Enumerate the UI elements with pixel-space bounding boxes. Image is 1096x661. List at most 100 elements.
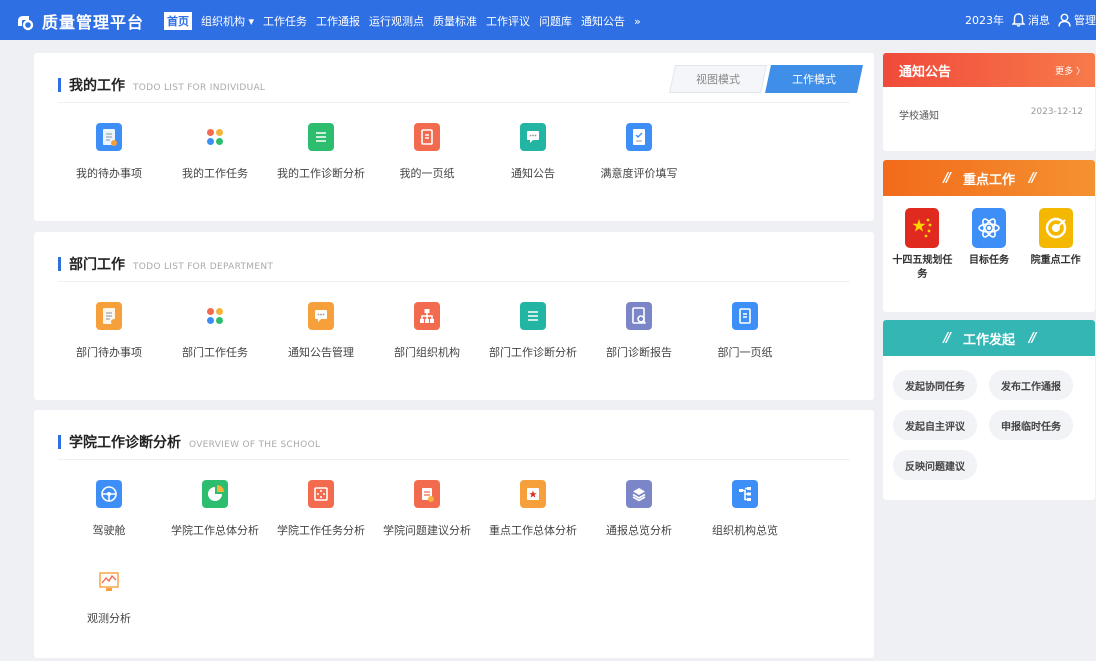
list-icon [308, 123, 334, 151]
nav-more-icon[interactable]: » [634, 15, 641, 28]
tile-label: 驾驶舱 [92, 524, 126, 537]
tile-dept_work-1[interactable]: 部门工作任务 [162, 302, 268, 390]
key-item-fyp[interactable]: 十四五规划任务 [892, 208, 952, 282]
logo-icon [18, 16, 34, 31]
tile-school_analysis-1[interactable]: 学院工作总体分析 [162, 480, 268, 568]
nav-review[interactable]: 工作评议 [486, 13, 530, 29]
view-mode-button[interactable]: 视图模式 [669, 65, 767, 93]
section-divider [58, 459, 850, 460]
tile-label: 通知公告管理 [288, 346, 354, 359]
tile-label: 部门工作诊断分析 [489, 346, 577, 359]
tile-my_work-5[interactable]: 满意度评价填写 [586, 123, 692, 211]
tile-school_analysis-2[interactable]: 学院工作任务分析 [268, 480, 374, 568]
tile-school_analysis-5[interactable]: 通报总览分析 [586, 480, 692, 568]
school-analysis-grid: 驾驶舱 学院工作总体分析 学院工作任务分析 学院问题建议分析 重点工作总体分析 通报总览分… [56, 480, 816, 656]
announce-icon [520, 123, 546, 151]
user-menu[interactable]: 管理 [1058, 12, 1096, 28]
key-item-goals[interactable]: 目标任务 [959, 208, 1019, 282]
notice-header: 通知公告 更多 〉 [883, 53, 1095, 87]
dashboard-icon [96, 480, 122, 508]
declare-temp-task-button[interactable]: 申报临时任务 [989, 410, 1073, 440]
suggestion-icon [414, 480, 440, 508]
tile-school_analysis-6[interactable]: 组织机构总览 [692, 480, 798, 568]
launch-self-review-button[interactable]: 发起自主评议 [893, 410, 977, 440]
tile-dept_work-4[interactable]: 部门工作诊断分析 [480, 302, 586, 390]
nav-notices[interactable]: 通知公告 [581, 13, 625, 29]
nav-issues[interactable]: 问题库 [539, 13, 572, 29]
nav-home[interactable]: 首页 [164, 12, 192, 30]
tile-my_work-2[interactable]: 我的工作诊断分析 [268, 123, 374, 211]
year-selector[interactable]: 2023年 [965, 12, 1004, 28]
tile-my_work-1[interactable]: 我的工作任务 [162, 123, 268, 211]
tile-dept_work-0[interactable]: 部门待办事项 [56, 302, 162, 390]
tile-label: 通知公告 [511, 167, 555, 180]
section-subtitle: OVERVIEW OF THE SCHOOL [189, 440, 321, 450]
launch-header: // 工作发起 // [883, 320, 1095, 356]
tile-label: 满意度评价填写 [600, 167, 678, 180]
todo-icon [96, 123, 122, 151]
key-item-college[interactable]: 院重点工作 [1026, 208, 1086, 282]
page-icon [732, 302, 758, 330]
dept-work-card: 部门工作 TODO LIST FOR DEPARTMENT 部门待办事项 部门工作… [34, 232, 874, 400]
tile-school_analysis-7[interactable]: 观测分析 [56, 568, 162, 656]
key-item-label: 院重点工作 [1030, 255, 1081, 266]
list-icon [520, 302, 546, 330]
key-work-panel: // 重点工作 // 十四五规划任务 目标任务 院重点工作 [883, 160, 1095, 312]
tile-dept_work-5[interactable]: 部门诊断报告 [586, 302, 692, 390]
work-mode-button[interactable]: 工作模式 [765, 65, 863, 93]
nav-tasks[interactable]: 工作任务 [263, 13, 307, 29]
launch-collab-task-button[interactable]: 发起协同任务 [893, 370, 977, 400]
tile-my_work-3[interactable]: 我的一页纸 [374, 123, 480, 211]
notice-title: 通知公告 [899, 64, 952, 80]
notice-item-title: 学校通知 [899, 111, 939, 122]
dept-work-header: 部门工作 TODO LIST FOR DEPARTMENT [58, 254, 273, 274]
nav-org[interactable]: 组织机构 ▾ [201, 13, 254, 29]
tile-label: 学院工作总体分析 [171, 524, 259, 537]
app-logo[interactable]: 质量管理平台 [14, 9, 144, 33]
key-work-title: 重点工作 [962, 172, 1015, 188]
key-item-label: 十四五规划任务 [892, 255, 953, 280]
launch-actions: 发起协同任务 发布工作通报 发起自主评议 申报临时任务 反映问题建议 [883, 356, 1095, 480]
tile-my_work-0[interactable]: 我的待办事项 [56, 123, 162, 211]
messages-label: 消息 [1028, 14, 1050, 27]
tile-label: 部门工作任务 [182, 346, 248, 359]
tile-label: 我的工作任务 [182, 167, 248, 180]
mode-switch: 视图模式 工作模式 [669, 65, 863, 93]
nav-observation[interactable]: 运行观测点 [369, 13, 424, 29]
report-icon [626, 302, 652, 330]
section-title: 部门工作 [69, 257, 125, 273]
tile-school_analysis-3[interactable]: 学院问题建议分析 [374, 480, 480, 568]
monitor-icon [96, 568, 122, 596]
tasks-grid-icon [202, 302, 228, 330]
key-item-label: 目标任务 [968, 255, 1009, 266]
notice-item[interactable]: 学校通知 2023-12-12 [883, 87, 1095, 122]
target-icon [1038, 208, 1073, 248]
org-tree-icon [732, 480, 758, 508]
nav-reports[interactable]: 工作通报 [316, 13, 360, 29]
todo-icon [96, 302, 122, 330]
nav-standards[interactable]: 质量标准 [433, 13, 477, 29]
school-analysis-header: 学院工作诊断分析 OVERVIEW OF THE SCHOOL [58, 432, 320, 452]
tile-dept_work-2[interactable]: 通知公告管理 [268, 302, 374, 390]
tile-label: 观测分析 [87, 612, 131, 625]
tile-my_work-4[interactable]: 通知公告 [480, 123, 586, 211]
report-issue-button[interactable]: 反映问题建议 [893, 450, 977, 480]
slash-decoration: // [1029, 330, 1036, 346]
launch-title: 工作发起 [962, 332, 1015, 348]
slash-decoration: // [1029, 170, 1036, 186]
tile-school_analysis-0[interactable]: 驾驶舱 [56, 480, 162, 568]
announce-icon [308, 302, 334, 330]
section-marker [58, 435, 61, 449]
key-work-header: // 重点工作 // [883, 160, 1095, 196]
user-name: 管理 [1074, 14, 1096, 27]
tile-dept_work-3[interactable]: 部门组织机构 [374, 302, 480, 390]
dept-work-grid: 部门待办事项 部门工作任务 通知公告管理 部门组织机构 部门工作诊断分析 部门诊断报告 部门… [56, 302, 798, 390]
tile-school_analysis-4[interactable]: 重点工作总体分析 [480, 480, 586, 568]
publish-report-button[interactable]: 发布工作通报 [989, 370, 1073, 400]
user-icon [1058, 13, 1071, 27]
section-subtitle: TODO LIST FOR DEPARTMENT [133, 262, 274, 272]
messages-button[interactable]: 消息 [1012, 12, 1050, 28]
tile-dept_work-6[interactable]: 部门一页纸 [692, 302, 798, 390]
section-marker [58, 257, 61, 271]
notice-more-link[interactable]: 更多 〉 [1055, 64, 1085, 77]
